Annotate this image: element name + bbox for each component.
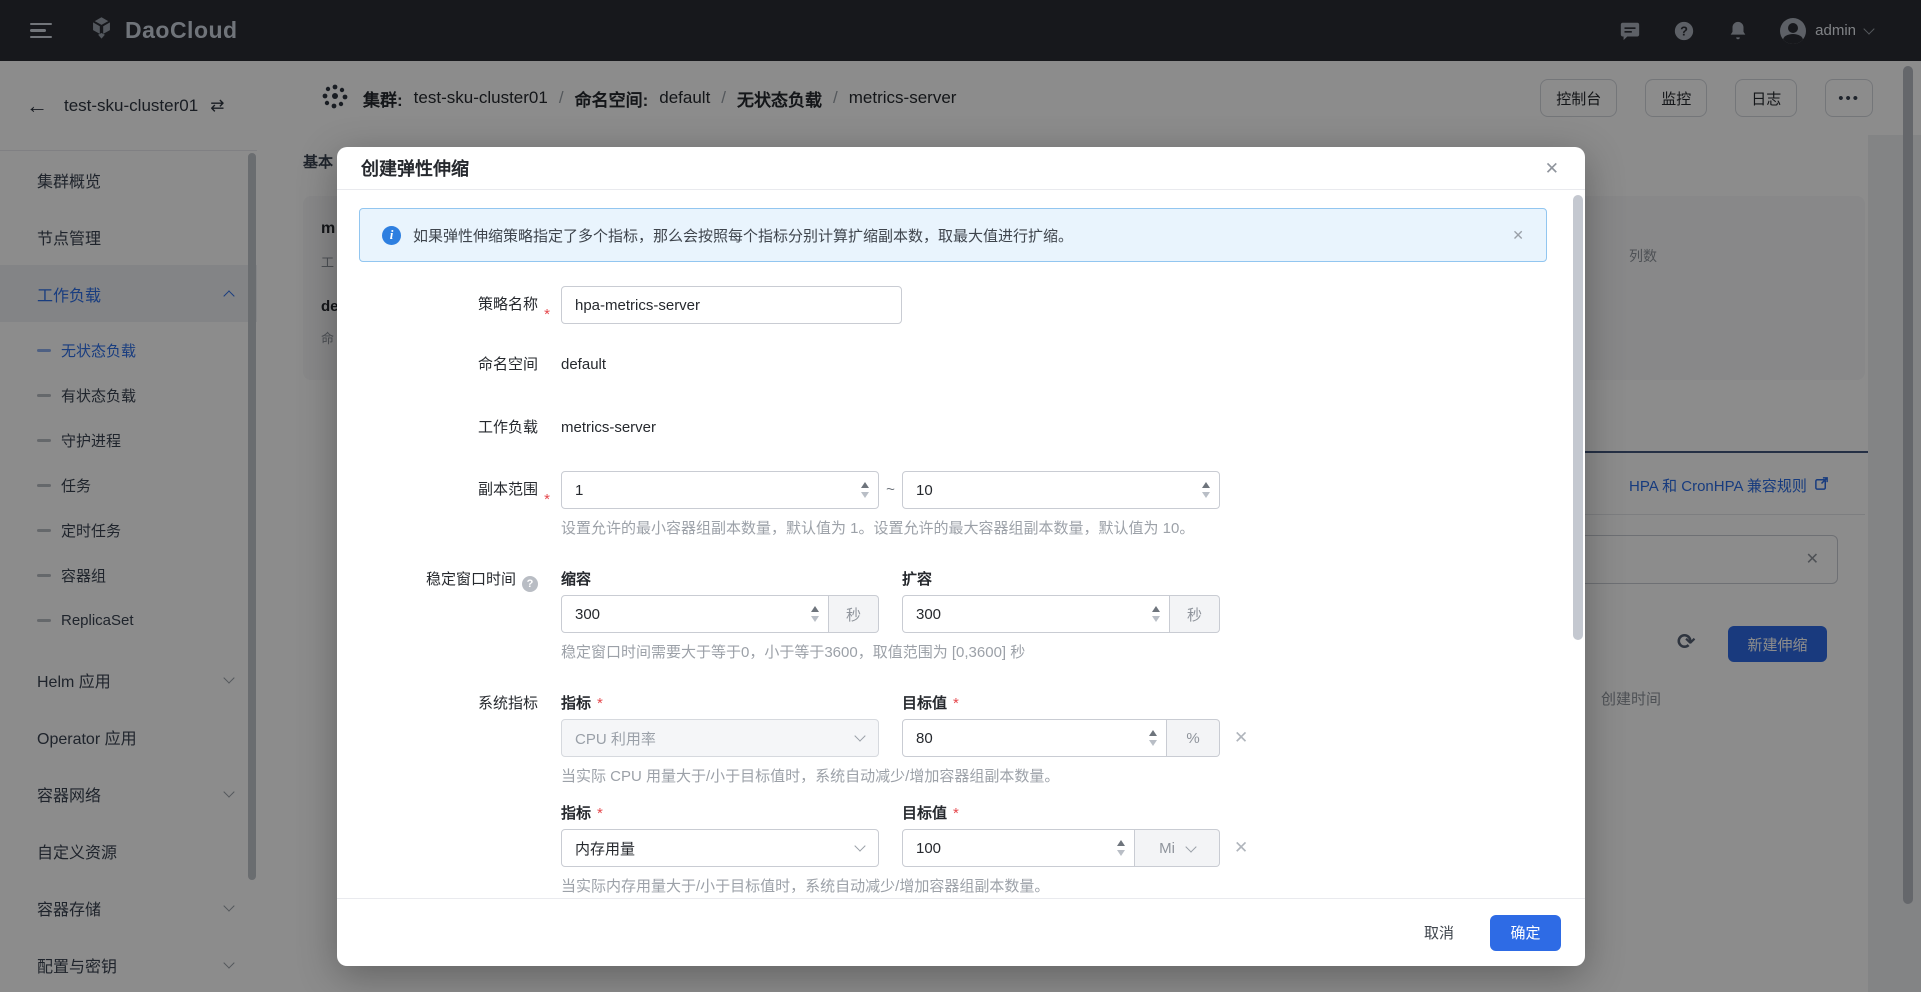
namespace-label: 命名空间 <box>478 356 538 373</box>
chevron-down-icon <box>854 840 865 851</box>
workload-label: 工作负载 <box>478 419 538 436</box>
confirm-button[interactable]: 确定 <box>1490 915 1561 951</box>
cpu-metric-helper: 当实际 CPU 用量大于/小于目标值时，系统自动减少/增加容器组副本数量。 <box>561 765 1248 786</box>
metric-select-cpu[interactable]: CPU 利用率 <box>561 719 879 757</box>
scale-up-window-input[interactable] <box>902 595 1170 633</box>
create-hpa-modal: 创建弹性伸缩 ✕ i 如果弹性伸缩策略指定了多个指标，那么会按照每个指标分别计算… <box>337 147 1585 966</box>
metric-column-label: 指标 <box>561 695 591 712</box>
remove-metric-icon[interactable]: ✕ <box>1234 719 1248 757</box>
memory-target-input[interactable] <box>902 829 1135 867</box>
percent-unit: % <box>1167 719 1220 757</box>
required-asterisk: * <box>544 481 550 519</box>
replica-range-label: 副本范围 <box>478 481 538 498</box>
memory-unit-select[interactable]: Mi <box>1135 829 1220 867</box>
stability-window-label: 稳定窗口时间 <box>426 571 516 588</box>
required-asterisk: * <box>544 296 550 334</box>
info-alert: i 如果弹性伸缩策略指定了多个指标，那么会按照每个指标分别计算扩缩副本数，取最大… <box>359 208 1547 262</box>
seconds-unit: 秒 <box>1170 595 1220 633</box>
info-icon: i <box>382 226 401 245</box>
modal-close-icon[interactable]: ✕ <box>1545 160 1559 177</box>
replica-range-helper: 设置允许的最小容器组副本数量，默认值为 1。设置允许的最大容器组副本数量，默认值… <box>561 517 1220 538</box>
target-column-label: 目标值 <box>902 695 947 712</box>
stepper-icon[interactable] <box>1149 730 1157 746</box>
modal-title: 创建弹性伸缩 <box>361 155 469 181</box>
screen: DaoCloud ? admin ← test-sku-cluster01 ⇄ <box>0 0 1921 992</box>
replica-min-input[interactable] <box>561 471 879 509</box>
system-metrics-label: 系统指标 <box>478 695 538 712</box>
stepper-icon[interactable] <box>1117 840 1125 856</box>
modal-body: i 如果弹性伸缩策略指定了多个指标，那么会按照每个指标分别计算扩缩副本数，取最大… <box>337 190 1585 898</box>
scale-down-label: 缩容 <box>561 568 591 589</box>
replica-max-input[interactable] <box>902 471 1220 509</box>
target-column-label: 目标值 <box>902 805 947 822</box>
chevron-down-icon <box>1185 841 1196 852</box>
help-tooltip-icon[interactable]: ? <box>522 576 538 592</box>
required-asterisk: * <box>953 805 959 822</box>
workload-value: metrics-server <box>561 415 656 441</box>
modal-scrollbar[interactable] <box>1573 195 1583 640</box>
modal-header: 创建弹性伸缩 ✕ <box>337 147 1585 190</box>
memory-metric-helper: 当实际内存用量大于/小于目标值时，系统自动减少/增加容器组副本数量。 <box>561 875 1248 896</box>
required-asterisk: * <box>597 695 603 712</box>
required-asterisk: * <box>597 805 603 822</box>
stepper-icon[interactable] <box>811 606 819 622</box>
policy-name-label: 策略名称 <box>478 296 538 313</box>
policy-name-input[interactable] <box>561 286 902 324</box>
metric-column-label: 指标 <box>561 805 591 822</box>
metric-select-memory[interactable]: 内存用量 <box>561 829 879 867</box>
cancel-button[interactable]: 取消 <box>1424 922 1454 943</box>
stepper-icon[interactable] <box>1202 482 1210 498</box>
stability-window-helper: 稳定窗口时间需要大于等于0，小于等于3600，取值范围为 [0,3600] 秒 <box>561 641 1243 662</box>
range-tilde: ~ <box>879 471 902 509</box>
stepper-icon[interactable] <box>1152 606 1160 622</box>
modal-footer: 取消 确定 <box>337 898 1585 966</box>
seconds-unit: 秒 <box>829 595 879 633</box>
alert-close-icon[interactable]: ✕ <box>1512 227 1524 244</box>
scale-down-window-input[interactable] <box>561 595 829 633</box>
stepper-icon[interactable] <box>861 482 869 498</box>
chevron-down-icon <box>854 730 865 741</box>
required-asterisk: * <box>953 695 959 712</box>
cpu-target-input[interactable] <box>902 719 1167 757</box>
namespace-value: default <box>561 352 606 378</box>
remove-metric-icon[interactable]: ✕ <box>1234 829 1248 867</box>
scale-up-label: 扩容 <box>902 568 932 589</box>
alert-text: 如果弹性伸缩策略指定了多个指标，那么会按照每个指标分别计算扩缩副本数，取最大值进… <box>413 225 1500 246</box>
